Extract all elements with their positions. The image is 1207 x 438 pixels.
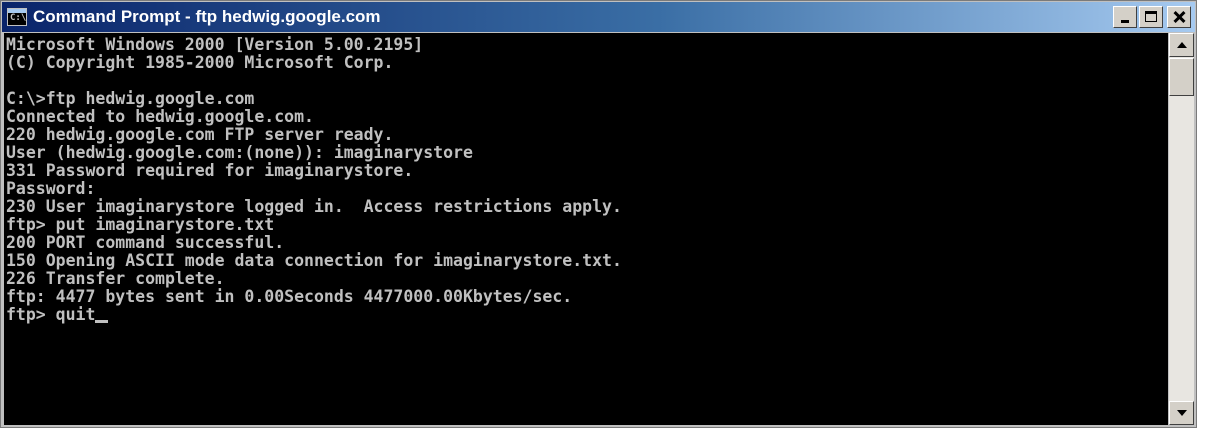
scroll-up-button[interactable]	[1169, 33, 1194, 57]
scrollbar-thumb[interactable]	[1169, 58, 1194, 96]
console-line: ftp> put imaginarystore.txt	[6, 215, 275, 234]
console-line: ftp> quit	[6, 305, 1168, 324]
window-title: Command Prompt - ftp hedwig.google.com	[33, 7, 381, 26]
console-line: 226 Transfer complete.	[6, 269, 225, 288]
icon-glyph: C:\	[10, 13, 27, 23]
console-output[interactable]: Microsoft Windows 2000 [Version 5.00.219…	[4, 33, 1168, 425]
console-line: 200 PORT command successful.	[6, 233, 285, 252]
console-line: Microsoft Windows 2000 [Version 5.00.219…	[6, 35, 424, 54]
console-line: ftp: 4477 bytes sent in 0.00Seconds 4477…	[6, 287, 573, 306]
console-line: 230 User imaginarystore logged in. Acces…	[6, 197, 622, 216]
window-controls	[1113, 6, 1191, 28]
maximize-button[interactable]	[1139, 6, 1163, 28]
text-cursor	[95, 320, 109, 323]
scroll-up-arrow-icon	[1177, 42, 1187, 48]
console-line: C:\>ftp hedwig.google.com	[6, 89, 255, 108]
minimize-button[interactable]	[1113, 6, 1137, 28]
close-icon	[1168, 7, 1190, 27]
vertical-scrollbar[interactable]	[1169, 33, 1194, 425]
command-prompt-window: C:\ Command Prompt - ftp hedwig.google.c…	[0, 0, 1197, 428]
title-bar[interactable]: C:\ Command Prompt - ftp hedwig.google.c…	[2, 2, 1195, 32]
command-prompt-icon[interactable]: C:\	[7, 8, 27, 26]
console-line: 220 hedwig.google.com FTP server ready.	[6, 125, 394, 144]
close-button[interactable]	[1167, 6, 1191, 28]
scroll-down-button[interactable]	[1169, 401, 1194, 425]
console-line: Connected to hedwig.google.com.	[6, 107, 314, 126]
maximize-icon	[1145, 11, 1157, 22]
console-prompt-line: ftp> quit	[6, 305, 96, 324]
console-line: (C) Copyright 1985-2000 Microsoft Corp.	[6, 53, 394, 72]
minimize-icon	[1121, 20, 1129, 23]
scroll-down-arrow-icon	[1177, 410, 1187, 416]
console-line: Password:	[6, 179, 96, 198]
console-line: User (hedwig.google.com:(none)): imagina…	[6, 143, 473, 162]
console-line: 331 Password required for imaginarystore…	[6, 161, 414, 180]
console-line: 150 Opening ASCII mode data connection f…	[6, 251, 622, 270]
